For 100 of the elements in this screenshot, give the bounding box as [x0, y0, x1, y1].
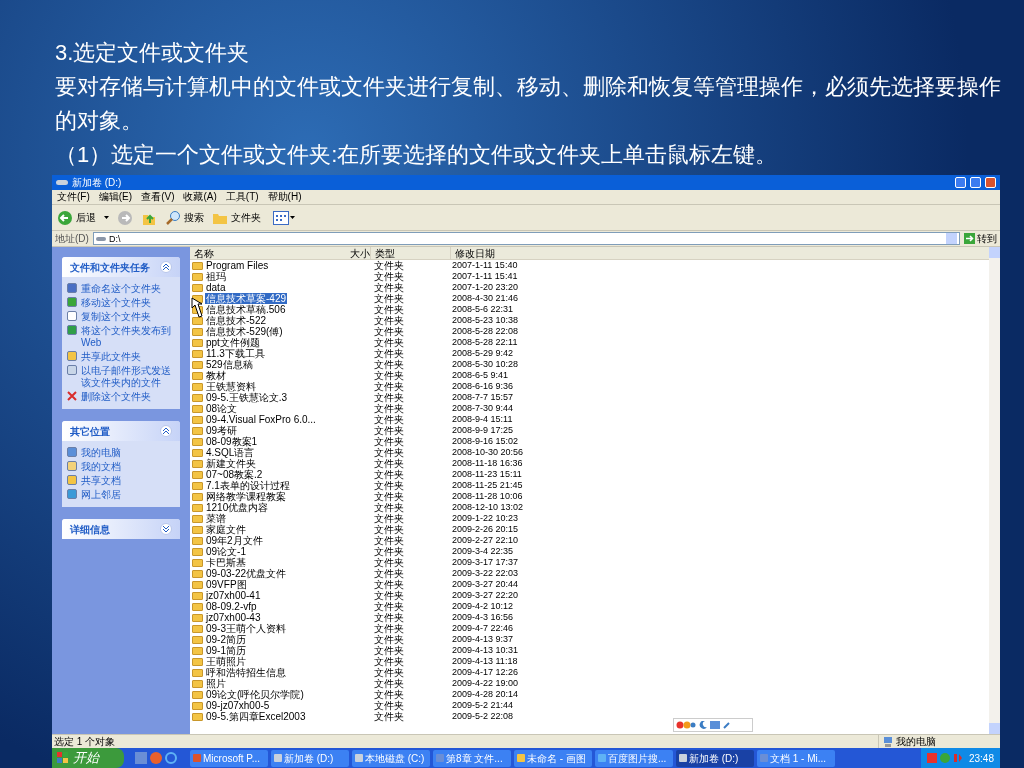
- go-button[interactable]: 转到: [964, 232, 997, 245]
- file-name[interactable]: 照片: [205, 678, 227, 689]
- task-link[interactable]: 移动这个文件夹: [81, 297, 151, 309]
- file-name[interactable]: jz07xh00-41: [205, 590, 262, 601]
- file-name[interactable]: 王铁慧资料: [205, 381, 257, 392]
- task-link[interactable]: 复制这个文件夹: [81, 311, 151, 323]
- file-name[interactable]: 09论文-1: [205, 546, 247, 557]
- file-name[interactable]: 09-03-22优盘文件: [205, 568, 288, 579]
- table-cell-text: 2009-4-3 16:56: [451, 612, 515, 623]
- file-name[interactable]: 08-09.2-vfp: [205, 601, 258, 612]
- file-name[interactable]: 07~08教案.2: [205, 469, 264, 480]
- panel-title: 详细信息: [70, 522, 110, 537]
- file-name[interactable]: 09-3王萌个人资料: [205, 623, 287, 634]
- task-link[interactable]: 删除这个文件夹: [81, 391, 151, 403]
- table-cell-text: 文件夹: [373, 524, 405, 535]
- expand-icon[interactable]: [160, 523, 172, 535]
- file-name[interactable]: 信息技术-529(傅): [205, 326, 284, 337]
- task-link[interactable]: 以电子邮件形式发送该文件夹内的文件: [81, 365, 175, 389]
- taskbar-button[interactable]: 新加卷 (D:): [676, 749, 754, 767]
- file-name[interactable]: 09-jz07xh00-5: [205, 700, 271, 711]
- file-name[interactable]: 7.1表单的设计过程: [205, 480, 291, 491]
- menu-item[interactable]: 工具(T): [225, 191, 259, 203]
- file-name[interactable]: 信息技术草案-429: [205, 293, 287, 304]
- taskbar-button[interactable]: 百度图片搜...: [595, 749, 673, 767]
- taskbar-button[interactable]: Microsoft P...: [190, 749, 268, 767]
- file-name[interactable]: 09年2月文件: [205, 535, 264, 546]
- taskbar-button[interactable]: 未命名 - 画图: [514, 749, 592, 767]
- task-link[interactable]: 共享文档: [81, 475, 121, 487]
- file-name[interactable]: 09VFP图: [205, 579, 248, 590]
- address-field[interactable]: D:\: [92, 232, 960, 245]
- menu-item[interactable]: 编辑(E): [98, 191, 133, 203]
- file-name[interactable]: 网络教学课程教案: [205, 491, 287, 502]
- file-name[interactable]: 08-09教案1: [205, 436, 259, 447]
- file-name[interactable]: 王萌照片: [205, 656, 247, 667]
- file-name[interactable]: 1210优盘内容: [205, 502, 270, 513]
- file-name[interactable]: jz07xh00-43: [205, 612, 262, 623]
- column-header[interactable]: 大小: [350, 247, 370, 259]
- file-name[interactable]: 09-1简历: [205, 645, 247, 656]
- file-name[interactable]: 09论文(呼伦贝尔学院): [205, 689, 305, 700]
- delete-icon: [67, 391, 77, 401]
- collapse-icon[interactable]: [160, 261, 172, 273]
- panel-header[interactable]: 文件和文件夹任务: [62, 257, 180, 277]
- menu-item[interactable]: 帮助(H): [267, 191, 302, 203]
- task-link[interactable]: 我的文档: [81, 461, 121, 473]
- start-button[interactable]: 开始: [52, 748, 124, 768]
- file-name[interactable]: 呼和浩特招生信息: [205, 667, 287, 678]
- window-title: 新加卷 (D:): [72, 176, 122, 189]
- file-name[interactable]: 菜谱: [205, 513, 227, 524]
- file-name[interactable]: 09-5.第四章Excel2003: [205, 711, 307, 722]
- file-name[interactable]: 教材: [205, 370, 227, 381]
- file-name[interactable]: 09-2简历: [205, 634, 247, 645]
- table-cell-text: 文件夹: [373, 513, 405, 524]
- file-name[interactable]: 信息技术-522: [205, 315, 267, 326]
- file-name[interactable]: 11.3下载工具: [205, 348, 266, 359]
- file-name[interactable]: 09-5.王铁慧论文.3: [205, 392, 289, 403]
- views-button[interactable]: [273, 210, 295, 225]
- close-button[interactable]: [985, 177, 996, 188]
- input-method-toolbar[interactable]: [673, 718, 753, 732]
- search-button[interactable]: 搜索: [165, 209, 204, 226]
- taskbar-button[interactable]: 第8章 文件...: [433, 749, 511, 767]
- menu-item[interactable]: 查看(V): [141, 191, 175, 203]
- taskbar-button[interactable]: 本地磁盘 (C:): [352, 749, 430, 767]
- panel-header[interactable]: 详细信息: [62, 519, 180, 539]
- task-link[interactable]: 将这个文件夹发布到 Web: [81, 325, 175, 349]
- maximize-button[interactable]: [970, 177, 981, 188]
- file-name[interactable]: data: [205, 282, 227, 293]
- collapse-icon[interactable]: [160, 425, 172, 437]
- menu-item[interactable]: 收藏(A): [183, 191, 217, 203]
- task-link[interactable]: 重命名这个文件夹: [81, 283, 161, 295]
- file-name[interactable]: 信息技术草稿.506: [205, 304, 287, 315]
- column-header[interactable]: 名称: [190, 247, 350, 259]
- file-name[interactable]: 09-4.Visual FoxPro 6.0...: [205, 414, 317, 425]
- column-header[interactable]: 修改日期: [450, 247, 530, 259]
- forward-icon[interactable]: [117, 209, 133, 226]
- wrench-icon: [723, 721, 731, 729]
- taskbar-button[interactable]: 文档 1 - Mi...: [757, 749, 835, 767]
- file-name[interactable]: 529信息稿: [205, 359, 254, 370]
- file-name[interactable]: 祖玛: [205, 271, 227, 282]
- table-cell-text: 2008-12-10 13:02: [451, 502, 525, 513]
- menu-item[interactable]: 文件(F): [57, 191, 90, 203]
- panel-header[interactable]: 其它位置: [62, 421, 180, 441]
- back-button[interactable]: 后退: [57, 209, 96, 226]
- file-name[interactable]: Program Files: [205, 260, 270, 271]
- task-link[interactable]: 共享此文件夹: [81, 351, 141, 363]
- file-name[interactable]: 09考研: [205, 425, 239, 436]
- file-name[interactable]: 新建文件夹: [205, 458, 257, 469]
- file-name[interactable]: 4.SQL语言: [205, 447, 256, 458]
- file-name[interactable]: 卡巴斯基: [205, 557, 247, 568]
- taskbar-button[interactable]: 新加卷 (D:): [271, 749, 349, 767]
- table-cell-text: 2009-3-27 22:20: [451, 590, 520, 601]
- task-link[interactable]: 网上邻居: [81, 489, 121, 501]
- folders-button[interactable]: 文件夹: [212, 210, 261, 225]
- file-name[interactable]: ppt文件例题: [205, 337, 261, 348]
- minimize-button[interactable]: [955, 177, 966, 188]
- task-link[interactable]: 我的电脑: [81, 447, 121, 459]
- file-name[interactable]: 家庭文件: [205, 524, 247, 535]
- table-cell-text: 2009-2-26 20:15: [451, 524, 520, 535]
- table-cell-text: 文件夹: [373, 612, 405, 623]
- file-name[interactable]: 08论文: [205, 403, 239, 414]
- column-header[interactable]: 类型: [370, 247, 450, 259]
